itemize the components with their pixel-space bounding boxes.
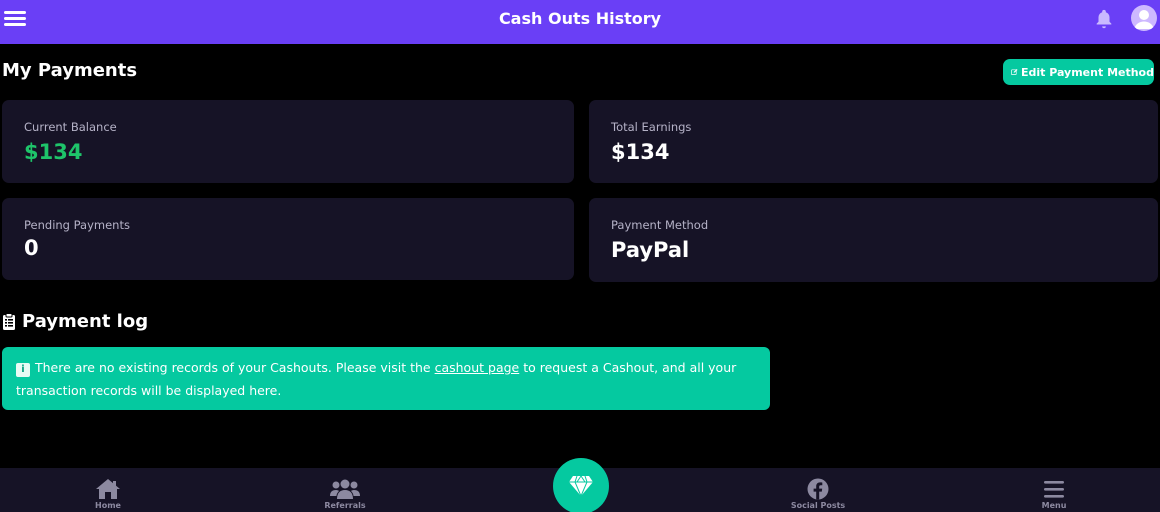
my-payments-heading: My Payments: [2, 60, 138, 81]
nav-home[interactable]: Home: [53, 478, 163, 510]
payment-log-title: Payment log: [22, 311, 149, 332]
edit-icon: [1011, 68, 1018, 75]
current-balance-value: $134: [24, 140, 83, 164]
nav-social-posts-label: Social Posts: [790, 501, 846, 510]
nav-referrals-label: Referrals: [324, 501, 366, 510]
page-title: Cash Outs History: [498, 9, 662, 28]
no-records-alert: i There are no existing records of your C…: [2, 347, 770, 410]
nav-referrals[interactable]: Referrals: [290, 478, 400, 510]
pending-payments-label: Pending Payments: [24, 218, 130, 232]
diamond-icon: [569, 475, 593, 497]
top-app-bar: Cash Outs History: [0, 0, 1160, 44]
info-icon: i: [16, 363, 30, 377]
total-earnings-card: Total Earnings $134: [589, 100, 1158, 183]
payment-method-label: Payment Method: [611, 218, 709, 232]
center-diamond-button[interactable]: [553, 458, 609, 512]
pending-payments-value: 0: [24, 236, 39, 260]
payment-method-value: PayPal: [611, 238, 690, 262]
clipboard-icon: [3, 312, 15, 330]
pending-payments-card: Pending Payments 0: [2, 198, 574, 280]
home-icon: [96, 479, 120, 499]
edit-payment-method-label: Edit Payment Method: [1020, 65, 1154, 79]
current-balance-card: Current Balance $134: [2, 100, 574, 183]
nav-menu-label: Menu: [1041, 501, 1067, 510]
edit-payment-method-button[interactable]: Edit Payment Method: [1003, 59, 1154, 85]
payment-method-card: Payment Method PayPal: [589, 198, 1158, 282]
bell-icon[interactable]: [1093, 8, 1115, 30]
total-earnings-label: Total Earnings: [611, 120, 692, 134]
nav-home-label: Home: [95, 501, 121, 510]
facebook-icon: [807, 478, 829, 500]
current-balance-label: Current Balance: [24, 120, 117, 134]
menu-icon: [1044, 481, 1064, 498]
total-earnings-value: $134: [611, 140, 670, 164]
payment-log-heading: Payment log: [2, 311, 148, 332]
nav-menu[interactable]: Menu: [999, 478, 1109, 510]
user-avatar-icon[interactable]: [1131, 5, 1157, 31]
users-icon: [330, 479, 360, 499]
alert-text-before: There are no existing records of your Ca…: [35, 360, 435, 375]
nav-social-posts[interactable]: Social Posts: [763, 478, 873, 510]
cashout-page-link[interactable]: cashout page: [435, 360, 520, 375]
